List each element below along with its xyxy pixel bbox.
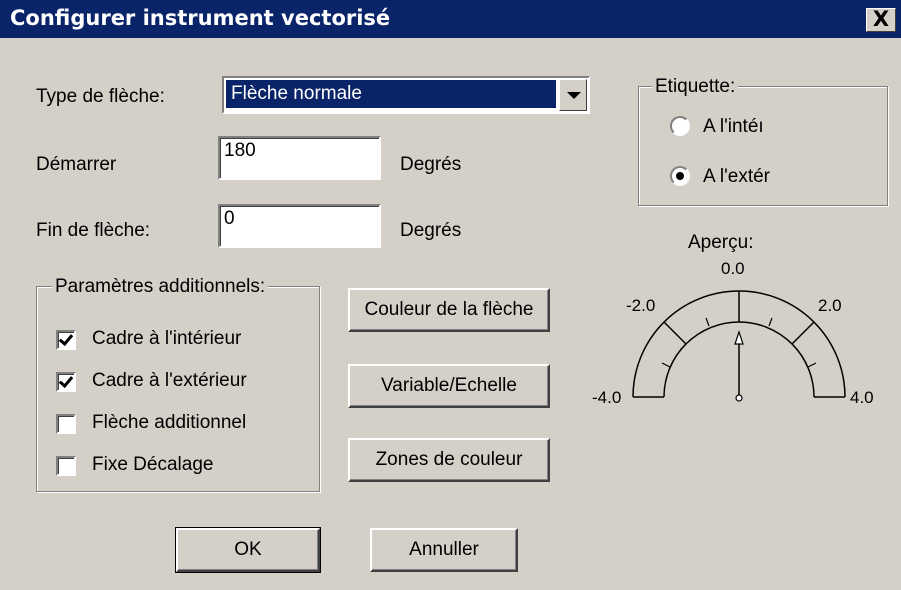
label-position-legend: Etiquette: bbox=[652, 76, 739, 98]
checkbox-frame-outside[interactable] bbox=[56, 372, 76, 392]
checkbox-frame-inside[interactable] bbox=[56, 330, 76, 350]
checkbox-additional-arrow[interactable] bbox=[56, 414, 76, 434]
end-label: Fin de flèche: bbox=[36, 220, 151, 241]
start-input[interactable]: 180 bbox=[218, 136, 381, 180]
checkbox-frame-outside-label[interactable]: Cadre à l'extérieur bbox=[92, 370, 247, 392]
gauge-preview bbox=[632, 290, 846, 402]
gauge-minor-tick-1 bbox=[705, 317, 710, 327]
checkbox-additional-arrow-label[interactable]: Flèche additionnel bbox=[92, 412, 246, 434]
arrow-type-value[interactable]: Flèche normale bbox=[226, 80, 556, 108]
color-zones-button[interactable]: Zones de couleur bbox=[348, 438, 550, 482]
checkbox-fixed-offset[interactable] bbox=[56, 456, 76, 476]
label-position-group bbox=[638, 86, 888, 206]
end-unit: Degrés bbox=[400, 220, 462, 241]
start-unit: Degrés bbox=[400, 154, 462, 175]
gauge-minor-tick-4 bbox=[807, 362, 817, 368]
radio-outside-label[interactable]: A l'extér bbox=[703, 166, 770, 188]
close-button[interactable]: X bbox=[866, 8, 896, 32]
gauge-major-tick-plus2 bbox=[791, 321, 815, 345]
variable-scale-button[interactable]: Variable/Echelle bbox=[348, 364, 550, 408]
gauge-minor-tick-3 bbox=[661, 362, 671, 368]
radio-inside[interactable] bbox=[670, 116, 690, 136]
gauge-major-tick-minus2 bbox=[663, 321, 687, 345]
cancel-button[interactable]: Annuller bbox=[370, 528, 518, 572]
window-title: Configurer instrument vectorisé bbox=[10, 6, 391, 30]
gauge-tick-0: 0.0 bbox=[721, 259, 745, 278]
gauge-pivot bbox=[735, 394, 743, 402]
close-icon[interactable]: X bbox=[873, 7, 889, 31]
end-input[interactable]: 0 bbox=[218, 204, 381, 248]
title-bar: Configurer instrument vectorisé X bbox=[0, 0, 901, 38]
gauge-needle-head bbox=[734, 330, 744, 345]
additional-params-legend: Paramètres additionnels: bbox=[52, 276, 269, 298]
checkbox-frame-inside-label[interactable]: Cadre à l'intérieur bbox=[92, 328, 241, 350]
arrow-color-button[interactable]: Couleur de la flèche bbox=[348, 288, 550, 332]
checkbox-fixed-offset-label[interactable]: Fixe Décalage bbox=[92, 454, 213, 476]
preview-label: Aperçu: bbox=[688, 232, 754, 253]
arrow-type-label: Type de flèche: bbox=[36, 86, 165, 107]
radio-outside[interactable] bbox=[670, 166, 690, 186]
radio-inside-label[interactable]: A l'intéı bbox=[703, 116, 764, 138]
chevron-down-icon[interactable] bbox=[559, 79, 587, 111]
gauge-tick-minus4: -4.0 bbox=[592, 388, 622, 407]
start-label: Démarrer bbox=[36, 154, 117, 175]
ok-button[interactable]: OK bbox=[175, 527, 321, 573]
gauge-minor-tick-2 bbox=[768, 317, 773, 327]
arrow-type-select[interactable]: Flèche normale bbox=[222, 76, 590, 114]
